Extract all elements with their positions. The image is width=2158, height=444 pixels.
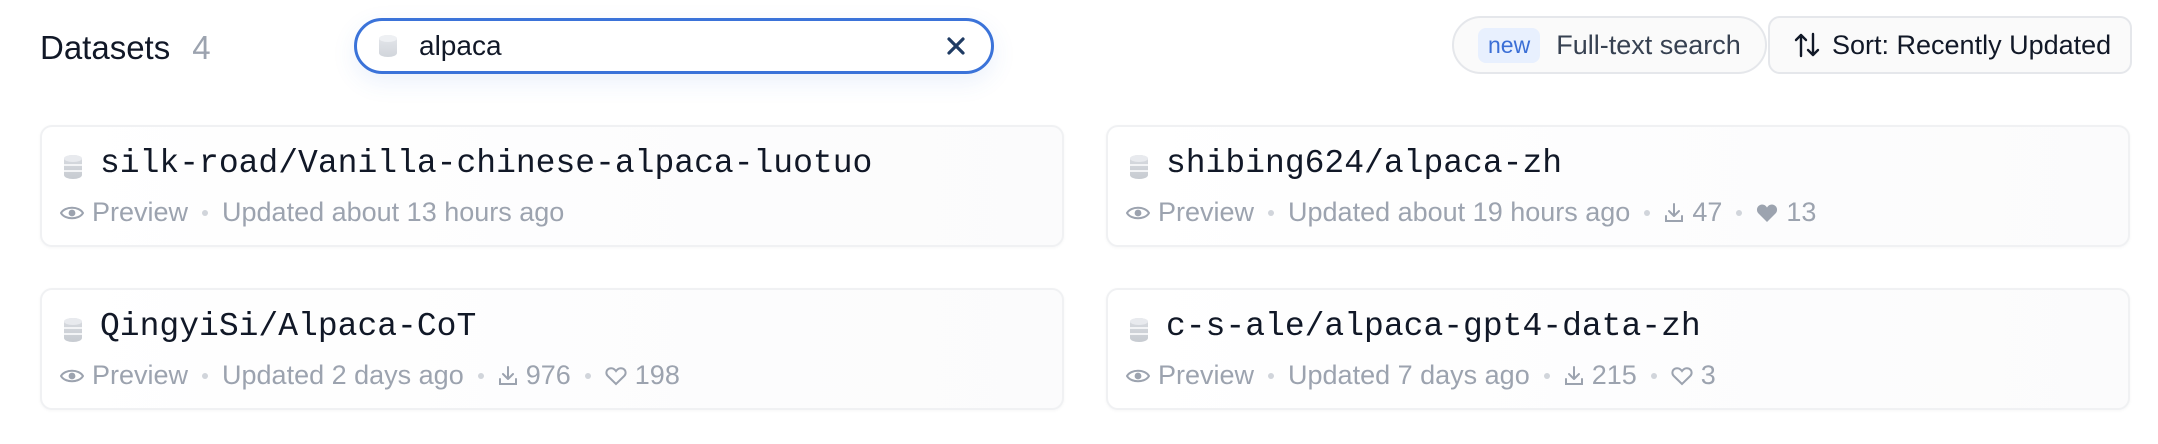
separator-dot [1543,372,1550,379]
dataset-meta: Preview Updated 7 days ago 215 3 [1126,360,1716,391]
database-icon [1130,318,1148,342]
eye-icon [60,367,84,385]
likes-group[interactable]: 13 [1756,197,1816,228]
separator-dot [1268,372,1275,379]
database-icon [379,35,397,57]
likes-group[interactable]: 3 [1671,360,1716,391]
preview-group[interactable]: Preview [1126,197,1254,228]
heart-filled-icon [1756,203,1778,223]
database-icon [64,318,82,342]
preview-label: Preview [1158,197,1255,227]
dataset-meta: Preview Updated about 19 hours ago 47 13 [1126,197,1816,228]
dataset-meta: Preview Updated about 13 hours ago [60,197,564,228]
preview-group[interactable]: Preview [60,360,188,391]
download-icon [498,365,518,387]
separator-dot [1650,372,1657,379]
separator-dot [202,372,209,379]
separator-dot [1736,209,1743,216]
dataset-card[interactable]: silk-road/Vanilla-chinese-alpaca-luotuo … [40,125,1064,247]
download-icon [1564,365,1584,387]
eye-icon [1126,367,1150,385]
preview-group[interactable]: Preview [60,197,188,228]
heart-icon [1671,366,1693,386]
separator-dot [477,372,484,379]
updated-text: Updated 2 days ago [222,360,464,390]
heart-icon [605,366,627,386]
likes-group[interactable]: 198 [605,360,680,391]
search-input[interactable] [419,30,943,62]
separator-dot [584,372,591,379]
preview-label: Preview [1158,360,1255,390]
dataset-count: 4 [192,29,211,66]
download-icon [1664,202,1684,224]
separator-dot [1268,209,1275,216]
sort-button[interactable]: Sort: Recently Updated [1768,16,2132,74]
likes-count: 198 [634,360,680,390]
dataset-card[interactable]: QingyiSi/Alpaca-CoT Preview Updated 2 da… [40,288,1064,410]
preview-group[interactable]: Preview [1126,360,1254,391]
downloads-count: 47 [1692,197,1723,227]
page-title: Datasets [40,29,171,66]
title-group: Datasets 4 [40,20,211,76]
new-badge: new [1478,27,1541,63]
page-header: Datasets 4 new Full-text search Sort: Re… [0,0,2158,100]
preview-label: Preview [92,197,189,227]
dataset-meta: Preview Updated 2 days ago 976 198 [60,360,680,391]
eye-icon [1126,204,1150,222]
downloads-count: 976 [525,360,571,390]
database-icon [64,155,82,179]
downloads-group: 215 [1564,360,1637,391]
updated-text: Updated 7 days ago [1288,360,1530,390]
downloads-group: 47 [1664,197,1722,228]
downloads-count: 215 [1591,360,1637,390]
dataset-name[interactable]: silk-road/Vanilla-chinese-alpaca-luotuo [100,145,872,182]
dataset-card[interactable]: shibing624/alpaca-zh Preview Updated abo… [1106,125,2130,247]
eye-icon [60,204,84,222]
search-box[interactable] [354,18,994,74]
close-icon[interactable] [943,33,969,59]
full-text-search-label: Full-text search [1556,29,1741,60]
dataset-card[interactable]: c-s-ale/alpaca-gpt4-data-zh Preview Upda… [1106,288,2130,410]
database-icon [1130,155,1148,179]
sort-label: Sort: Recently Updated [1832,29,2112,60]
dataset-name[interactable]: QingyiSi/Alpaca-CoT [100,308,476,345]
separator-dot [202,209,209,216]
sort-arrows-icon [1794,31,1820,59]
preview-label: Preview [92,360,189,390]
updated-text: Updated about 13 hours ago [222,197,565,227]
full-text-search-button[interactable]: new Full-text search [1452,16,1767,74]
separator-dot [1644,209,1651,216]
dataset-name[interactable]: shibing624/alpaca-zh [1166,145,1562,182]
dataset-name[interactable]: c-s-ale/alpaca-gpt4-data-zh [1166,308,1701,345]
updated-text: Updated about 19 hours ago [1288,197,1631,227]
likes-count: 3 [1700,360,1716,390]
downloads-group: 976 [498,360,571,391]
likes-count: 13 [1786,197,1817,227]
